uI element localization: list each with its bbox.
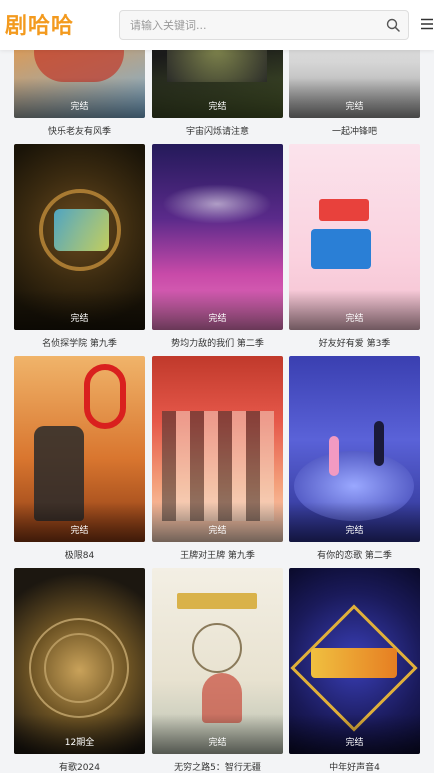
search-input[interactable] xyxy=(130,11,370,39)
status-label: 完结 xyxy=(345,526,364,536)
status-label: 完结 xyxy=(70,314,89,324)
show-poster[interactable]: 完结 xyxy=(289,356,420,542)
show-poster[interactable]: 完结 xyxy=(14,144,145,330)
show-title[interactable]: 有你的恋歌 第二季 xyxy=(289,548,420,561)
show-title[interactable]: 有歌2024 xyxy=(14,760,145,773)
search-bar[interactable] xyxy=(119,10,409,40)
status-label: 完结 xyxy=(345,738,364,748)
status-label: 完结 xyxy=(208,738,227,748)
status-label: 12期全 xyxy=(64,738,95,748)
status-label: 完结 xyxy=(208,102,227,112)
show-poster[interactable]: 完结 xyxy=(152,356,283,542)
show-title[interactable]: 极限84 xyxy=(14,548,145,561)
show-poster[interactable]: 完结 xyxy=(289,144,420,330)
show-title[interactable]: 无穷之路5：智行无疆 xyxy=(152,760,283,773)
show-poster[interactable]: 完结 xyxy=(14,356,145,542)
show-title[interactable]: 中年好声音4 xyxy=(289,760,420,773)
show-title[interactable]: 名侦探学院 第九季 xyxy=(14,336,145,349)
show-title[interactable]: 王牌对王牌 第九季 xyxy=(152,548,283,561)
show-title[interactable]: 好友好有爱 第3季 xyxy=(289,336,420,349)
status-label: 完结 xyxy=(208,314,227,324)
search-icon[interactable] xyxy=(386,18,400,32)
status-label: 完结 xyxy=(70,526,89,536)
show-title[interactable]: 势均力敌的我们 第二季 xyxy=(152,336,283,349)
site-logo[interactable]: 剧哈哈 xyxy=(5,8,74,40)
status-label: 完结 xyxy=(345,102,364,112)
status-label: 完结 xyxy=(208,526,227,536)
show-title[interactable]: 快乐老友有风季 xyxy=(14,124,145,137)
menu-icon[interactable] xyxy=(420,17,434,31)
show-title[interactable]: 宇宙闪烁请注意 xyxy=(152,124,283,137)
top-header: 剧哈哈 xyxy=(0,0,434,50)
show-poster[interactable]: 完结 xyxy=(289,568,420,754)
status-label: 完结 xyxy=(345,314,364,324)
show-title[interactable]: 一起冲锋吧 xyxy=(289,124,420,137)
show-poster[interactable]: 12期全 xyxy=(14,568,145,754)
show-poster[interactable]: 完结 xyxy=(152,568,283,754)
show-poster[interactable]: 完结 xyxy=(152,144,283,330)
status-label: 完结 xyxy=(70,102,89,112)
